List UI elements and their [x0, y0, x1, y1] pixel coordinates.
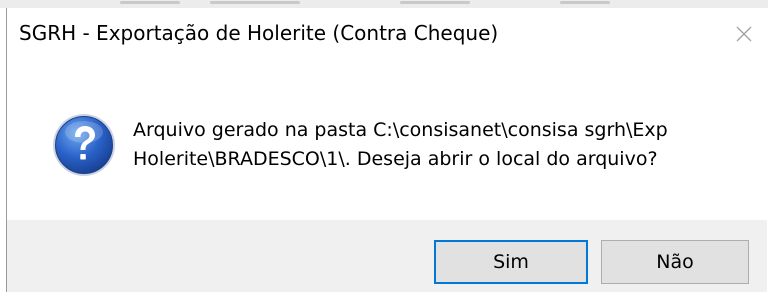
no-button[interactable]: Não [601, 240, 749, 284]
dialog-message: Arquivo gerado na pasta C:\consisanet\co… [133, 116, 753, 174]
dialog-titlebar[interactable]: SGRH - Exportação de Holerite (Contra Ch… [7, 8, 767, 60]
dialog-title: SGRH - Exportação de Holerite (Contra Ch… [19, 21, 499, 45]
message-dialog: SGRH - Exportação de Holerite (Contra Ch… [6, 8, 767, 292]
message-line-1: Arquivo gerado na pasta C:\consisanet\co… [133, 119, 668, 141]
message-line-2: Holerite\BRADESCO\1\. Deseja abrir o loc… [133, 148, 658, 170]
dialog-content: Arquivo gerado na pasta C:\consisanet\co… [7, 60, 767, 220]
close-icon [736, 26, 752, 42]
yes-button[interactable]: Sim [434, 240, 588, 284]
dialog-button-bar: Sim Não [7, 220, 767, 292]
question-icon [53, 114, 115, 176]
close-button[interactable] [721, 8, 767, 60]
background-window-edge [0, 0, 768, 8]
